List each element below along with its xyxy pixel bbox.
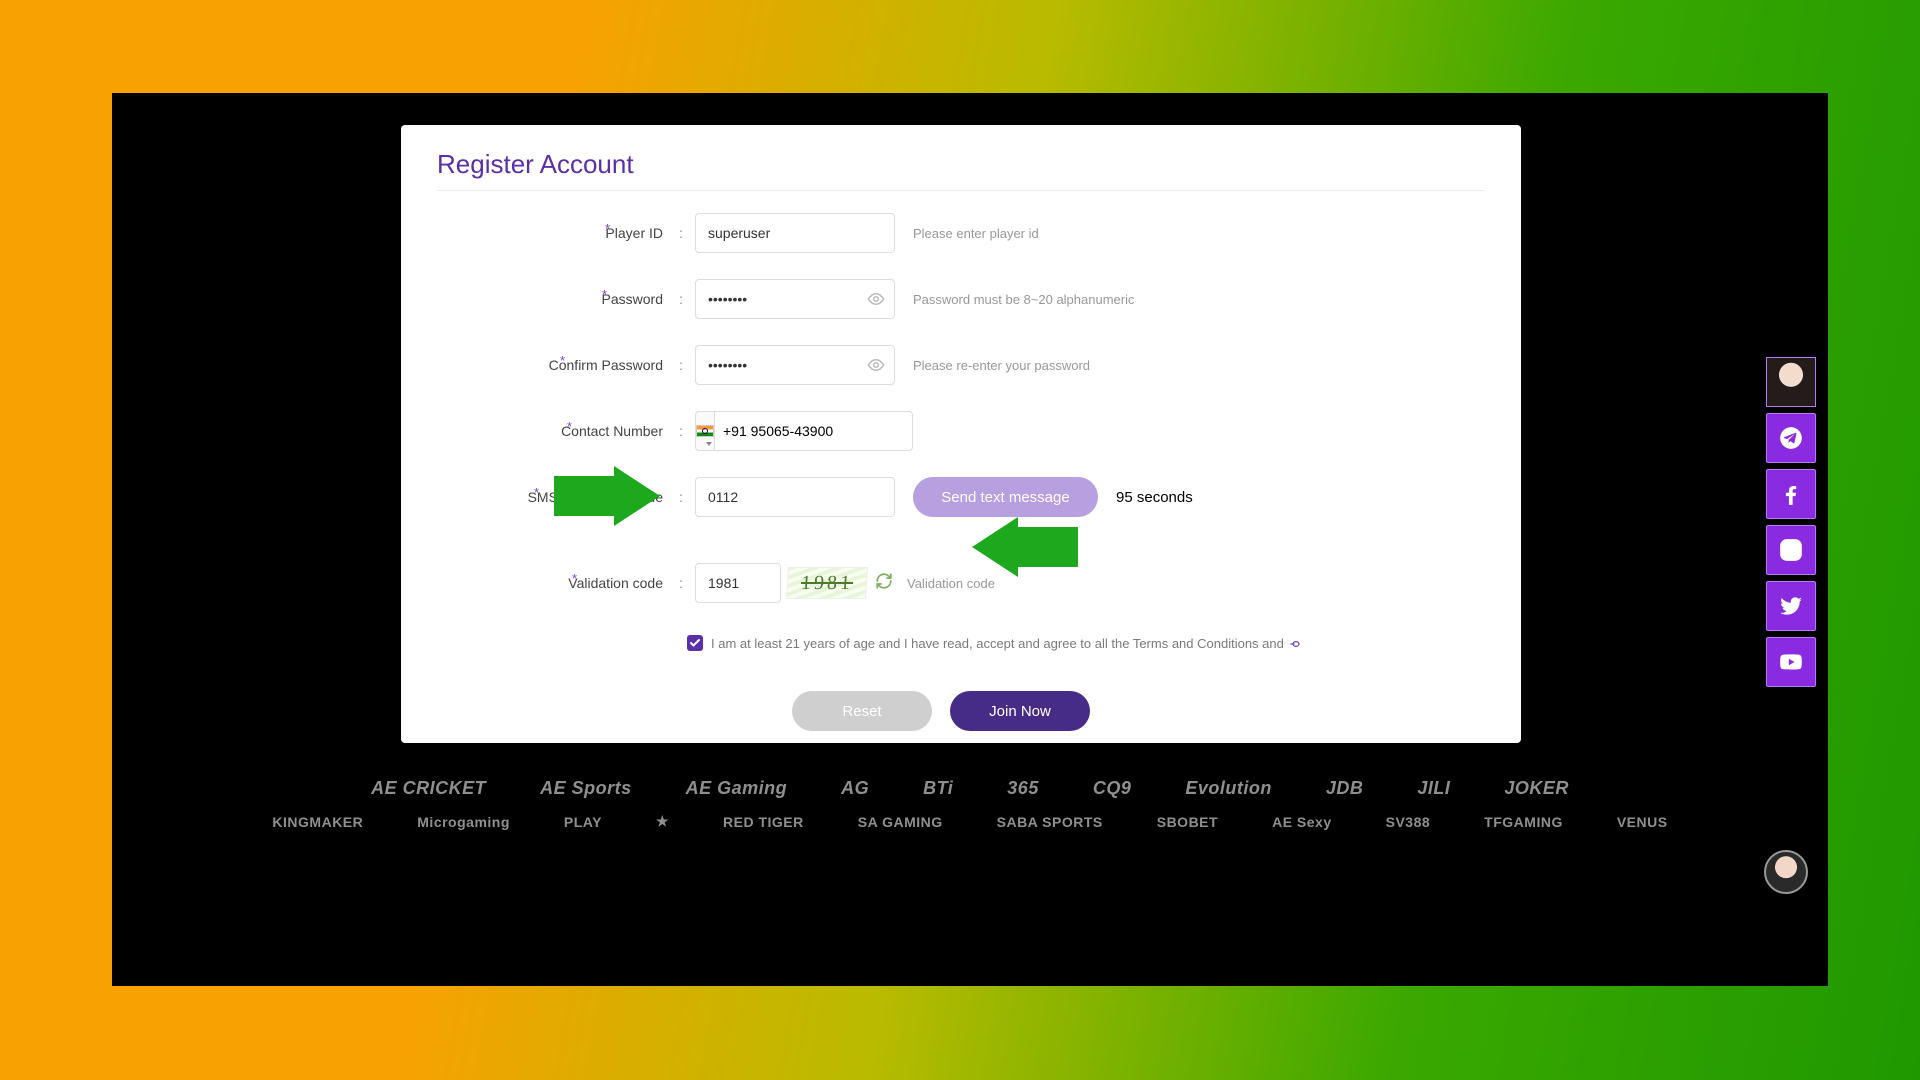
provider-logo: AG <box>841 778 869 799</box>
annotation-arrow-icon <box>554 466 660 526</box>
support-avatar[interactable] <box>1766 357 1816 407</box>
provider-logo: JOKER <box>1504 778 1569 799</box>
reset-button[interactable]: Reset <box>792 691 932 731</box>
validation-code-label: Validation code <box>437 575 667 591</box>
provider-logo: SABA SPORTS <box>997 814 1103 830</box>
eye-icon[interactable] <box>867 290 885 308</box>
provider-logo: JDB <box>1326 778 1364 799</box>
provider-logo: PLAY <box>564 814 602 830</box>
validation-code-input[interactable] <box>695 563 781 603</box>
chevron-down-icon <box>706 442 712 446</box>
annotation-arrow-icon <box>972 517 1078 577</box>
sms-code-input[interactable] <box>695 477 895 517</box>
provider-logo: AE Gaming <box>686 778 788 799</box>
provider-logos: AE CRICKET AE Sports AE Gaming AG BTi 365 CQ9 E… <box>112 778 1828 918</box>
provider-logo: SA GAMING <box>858 814 943 830</box>
provider-logo: Microgaming <box>417 814 510 830</box>
confirm-password-input[interactable] <box>695 345 895 385</box>
india-flag-icon <box>696 425 714 437</box>
captcha-image: 1981 <box>786 567 868 599</box>
validation-hint: Validation code <box>907 576 995 591</box>
confirm-password-label: Confirm Password <box>437 357 667 373</box>
join-now-button[interactable]: Join Now <box>950 691 1090 731</box>
eye-icon[interactable] <box>867 356 885 374</box>
facebook-button[interactable] <box>1766 469 1816 519</box>
provider-logo: AE Sports <box>540 778 632 799</box>
password-input[interactable] <box>695 279 895 319</box>
consent-text: I am at least 21 years of age and I have… <box>711 636 1303 651</box>
send-sms-button[interactable]: Send text message <box>913 477 1098 517</box>
provider-logo: JILI <box>1417 778 1450 799</box>
country-code-select[interactable] <box>695 411 714 451</box>
refresh-captcha-icon[interactable] <box>875 572 893 595</box>
provider-logo: TFGAMING <box>1484 814 1563 830</box>
contact-number-label: Contact Number <box>437 423 667 439</box>
twitter-button[interactable] <box>1766 581 1816 631</box>
youtube-button[interactable] <box>1766 637 1816 687</box>
player-id-label: Player ID <box>437 225 667 241</box>
password-label: Password <box>437 291 667 307</box>
sms-timer: 95 seconds <box>1116 489 1193 506</box>
provider-logo: RED TIGER <box>723 814 804 830</box>
provider-logo: SV388 <box>1386 814 1431 830</box>
app-screenshot: Register Account Player ID : Please ente… <box>112 93 1828 986</box>
provider-logo: BTi <box>923 778 953 799</box>
provider-logo: 365 <box>1007 778 1039 799</box>
provider-logo: AE CRICKET <box>371 778 486 799</box>
password-hint: Password must be 8~20 alphanumeric <box>913 292 1134 307</box>
instagram-button[interactable] <box>1766 525 1816 575</box>
provider-logo: SBOBET <box>1157 814 1218 830</box>
social-sidebar <box>1766 357 1816 687</box>
provider-logo: VENUS <box>1617 814 1668 830</box>
modal-title: Register Account <box>437 149 1485 191</box>
provider-logo: KINGMAKER <box>272 814 363 830</box>
telegram-button[interactable] <box>1766 413 1816 463</box>
provider-logo: Evolution <box>1185 778 1272 799</box>
provider-logo: CQ9 <box>1093 778 1132 799</box>
consent-checkbox[interactable] <box>687 635 703 651</box>
chat-avatar[interactable] <box>1764 850 1808 894</box>
player-id-input[interactable] <box>695 213 895 253</box>
player-id-hint: Please enter player id <box>913 226 1039 241</box>
terms-link-icon[interactable] <box>1289 639 1303 649</box>
provider-logo: ★ <box>656 813 669 830</box>
contact-number-input[interactable] <box>714 411 913 451</box>
confirm-password-hint: Please re-enter your password <box>913 358 1090 373</box>
register-modal: Register Account Player ID : Please ente… <box>401 125 1521 743</box>
provider-logo: AE Sexy <box>1272 814 1332 830</box>
